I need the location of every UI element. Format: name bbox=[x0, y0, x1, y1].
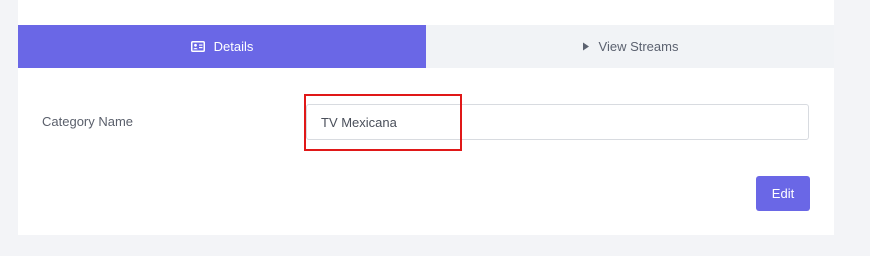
category-name-label: Category Name bbox=[42, 114, 134, 129]
id-card-icon bbox=[190, 41, 205, 52]
edit-button[interactable]: Edit bbox=[756, 176, 810, 211]
tab-bar: Details View Streams bbox=[18, 25, 834, 68]
tab-view-streams-label: View Streams bbox=[598, 39, 679, 54]
page: Details View Streams Category Name Edit bbox=[0, 0, 870, 256]
play-icon bbox=[582, 42, 590, 51]
tab-details-label: Details bbox=[213, 39, 254, 54]
tab-view-streams[interactable]: View Streams bbox=[426, 25, 834, 68]
card-top-strip bbox=[18, 0, 834, 25]
tab-details[interactable]: Details bbox=[18, 25, 426, 68]
category-name-input[interactable] bbox=[306, 104, 809, 140]
details-panel: Category Name Edit bbox=[18, 68, 834, 235]
